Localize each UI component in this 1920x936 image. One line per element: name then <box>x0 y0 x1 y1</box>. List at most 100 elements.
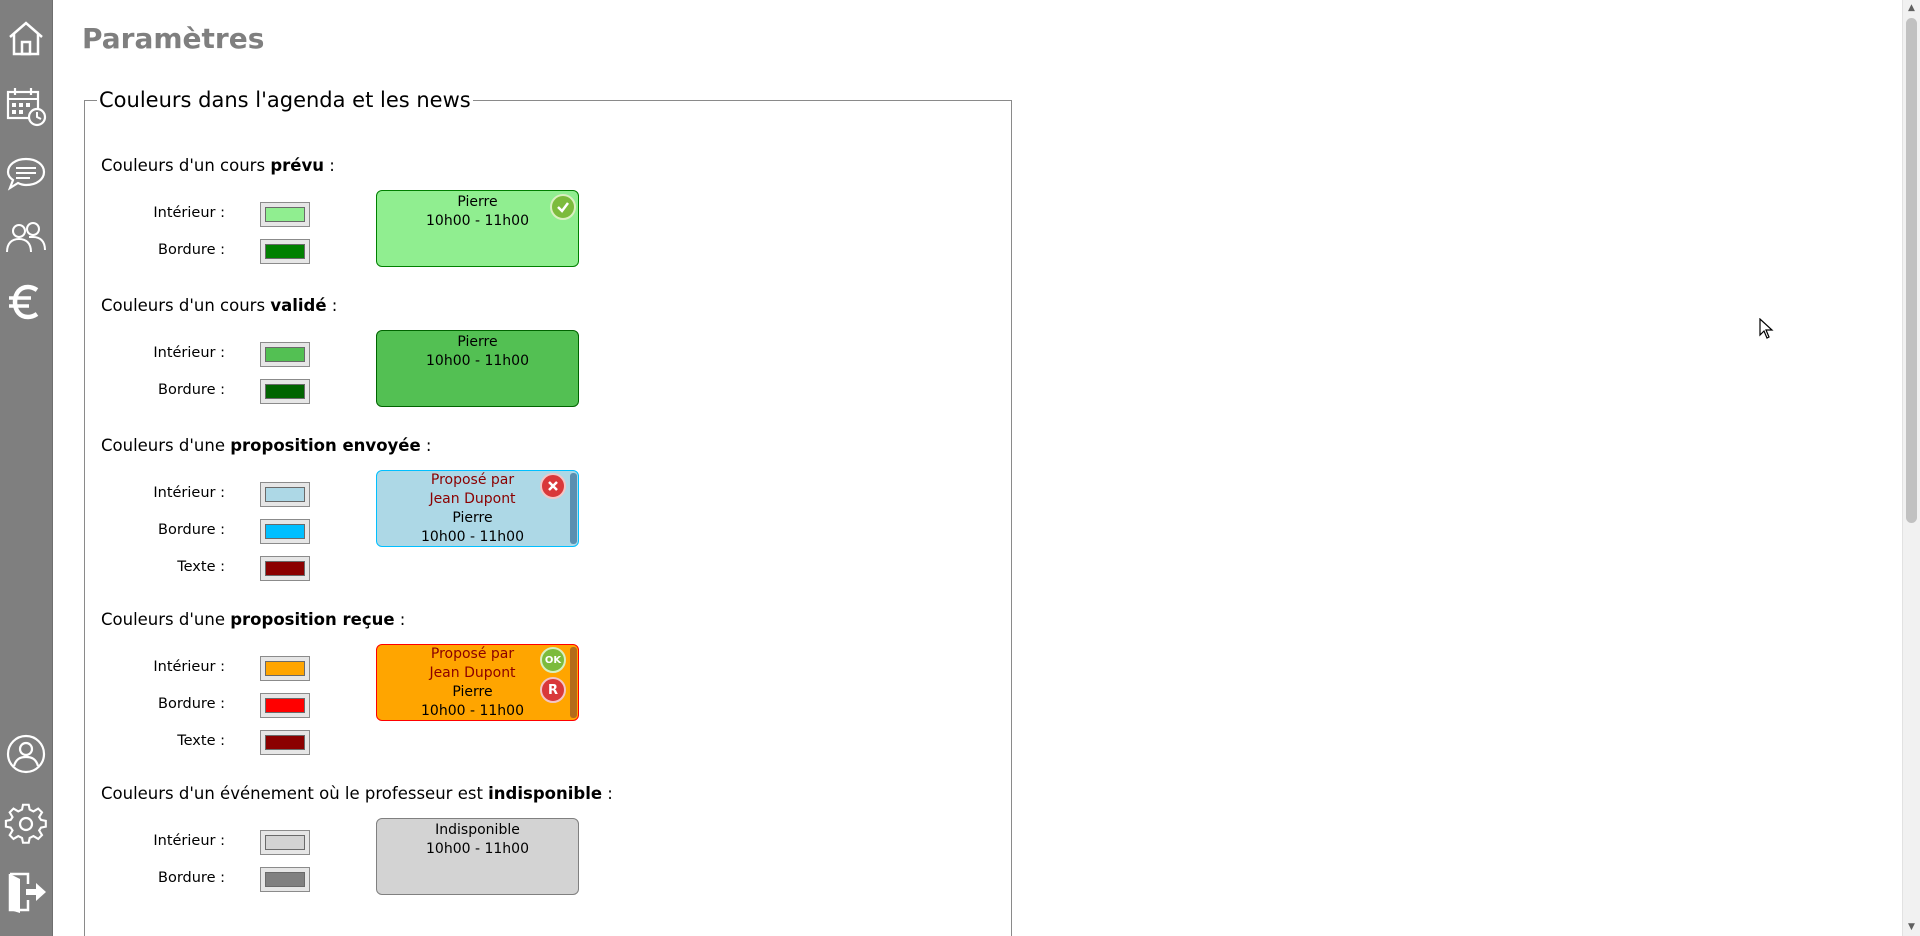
colors-settings-group: Couleurs dans l'agenda et les news Coule… <box>84 88 1012 936</box>
sent-proposal-preview: Proposé par Jean Dupont Pierre 10h00 - 1… <box>376 470 579 547</box>
color-swatch <box>265 207 305 222</box>
nav-profile-button[interactable] <box>0 728 52 780</box>
section-title-received-proposal: Couleurs d'une proposition reçue : <box>101 610 405 629</box>
preview-time: 10h00 - 11h00 <box>426 841 529 857</box>
mouse-cursor-icon <box>1759 318 1774 339</box>
row-label: Bordure : <box>158 870 225 886</box>
scroll-down-icon[interactable]: ▼ <box>1903 919 1920 936</box>
color-swatch <box>265 698 305 713</box>
color-swatch <box>265 347 305 362</box>
row-label: Intérieur : <box>153 833 225 849</box>
messages-icon <box>6 157 46 191</box>
nav-logout-button[interactable] <box>0 866 52 918</box>
title-suffix: : <box>394 610 406 629</box>
preview-time: 10h00 - 11h00 <box>421 529 524 545</box>
color-swatch <box>265 835 305 850</box>
color-swatch <box>265 872 305 887</box>
validated-interior-color-picker[interactable] <box>260 342 310 367</box>
color-swatch <box>265 384 305 399</box>
row-label: Intérieur : <box>153 345 225 361</box>
euro-icon <box>9 284 39 320</box>
preview-time: 10h00 - 11h00 <box>426 353 529 369</box>
received-interior-color-picker[interactable] <box>260 656 310 681</box>
settings-icon <box>4 803 47 844</box>
planned-interior-color-picker[interactable] <box>260 202 310 227</box>
title-prefix: Couleurs d'un événement où le professeur… <box>101 784 489 803</box>
preview-scrollbar <box>570 647 577 718</box>
received-text-color-picker[interactable] <box>260 730 310 755</box>
preview-student: Pierre <box>457 194 498 210</box>
preview-time: 10h00 - 11h00 <box>421 703 524 719</box>
x-badge-icon <box>540 473 566 499</box>
page-scrollbar[interactable]: ▲ ▼ <box>1902 0 1920 936</box>
sent-border-color-picker[interactable] <box>260 519 310 544</box>
title-bold: proposition envoyée <box>230 436 421 455</box>
row-label: Bordure : <box>158 242 225 258</box>
preview-proposer-name: Jean Dupont <box>429 665 516 681</box>
title-suffix: : <box>602 784 613 803</box>
section-title-unavailable: Couleurs d'un événement où le professeur… <box>101 784 613 803</box>
sent-text-color-picker[interactable] <box>260 556 310 581</box>
page-title: Paramètres <box>82 22 265 55</box>
row-label: Texte : <box>177 733 225 749</box>
main-content: Paramètres Couleurs dans l'agenda et les… <box>82 0 1902 936</box>
color-swatch <box>265 661 305 676</box>
app-window: Paramètres Couleurs dans l'agenda et les… <box>0 0 1920 936</box>
planned-event-preview: Pierre 10h00 - 11h00 <box>376 190 579 267</box>
preview-student: Pierre <box>457 334 498 350</box>
title-suffix: : <box>323 156 335 175</box>
color-swatch <box>265 244 305 259</box>
section-title-sent-proposal: Couleurs d'une proposition envoyée : <box>101 436 431 455</box>
row-label: Bordure : <box>158 696 225 712</box>
preview-scrollbar <box>570 473 577 544</box>
preview-proposer-name: Jean Dupont <box>429 491 516 507</box>
title-bold: validé <box>270 296 327 315</box>
nav-messages-button[interactable] <box>0 148 52 200</box>
calendar-icon <box>6 88 47 127</box>
unavailable-interior-color-picker[interactable] <box>260 830 310 855</box>
title-bold: indisponible <box>488 784 603 803</box>
title-prefix: Couleurs d'une <box>101 610 231 629</box>
row-label: Texte : <box>177 559 225 575</box>
logout-icon <box>8 872 46 913</box>
received-border-color-picker[interactable] <box>260 693 310 718</box>
unavailable-event-preview: Indisponible 10h00 - 11h00 <box>376 818 579 895</box>
validated-event-preview: Pierre 10h00 - 11h00 <box>376 330 579 407</box>
ok-badge-icon: OK <box>540 647 566 673</box>
group-legend: Couleurs dans l'agenda et les news <box>99 88 471 112</box>
row-label: Intérieur : <box>153 659 225 675</box>
title-bold: proposition reçue <box>230 610 395 629</box>
nav-home-button[interactable] <box>0 12 52 64</box>
users-icon <box>6 222 46 253</box>
preview-status: Indisponible <box>435 822 520 838</box>
title-suffix: : <box>326 296 338 315</box>
row-label: Bordure : <box>158 522 225 538</box>
color-swatch <box>265 735 305 750</box>
title-prefix: Couleurs d'un cours <box>101 296 271 315</box>
title-prefix: Couleurs d'un cours <box>101 156 271 175</box>
check-badge-icon <box>550 194 576 220</box>
nav-calendar-button[interactable] <box>0 80 52 132</box>
sent-interior-color-picker[interactable] <box>260 482 310 507</box>
color-swatch <box>265 561 305 576</box>
unavailable-border-color-picker[interactable] <box>260 867 310 892</box>
section-title-planned: Couleurs d'un cours prévu : <box>101 156 335 175</box>
profile-icon <box>6 734 46 774</box>
row-label: Intérieur : <box>153 485 225 501</box>
title-suffix: : <box>420 436 432 455</box>
title-prefix: Couleurs d'une <box>101 436 231 455</box>
received-proposal-preview: Proposé par Jean Dupont Pierre 10h00 - 1… <box>376 644 579 721</box>
planned-border-color-picker[interactable] <box>260 239 310 264</box>
scroll-up-icon[interactable]: ▲ <box>1903 0 1920 17</box>
r-badge-icon: R <box>540 677 566 703</box>
row-label: Bordure : <box>158 382 225 398</box>
nav-settings-button[interactable] <box>0 798 52 850</box>
scrollbar-thumb[interactable] <box>1906 18 1917 523</box>
row-label: Intérieur : <box>153 205 225 221</box>
color-swatch <box>265 487 305 502</box>
home-icon <box>9 21 43 56</box>
nav-payments-button[interactable] <box>0 276 52 328</box>
sidebar <box>0 0 53 936</box>
validated-border-color-picker[interactable] <box>260 379 310 404</box>
nav-users-button[interactable] <box>0 212 52 264</box>
